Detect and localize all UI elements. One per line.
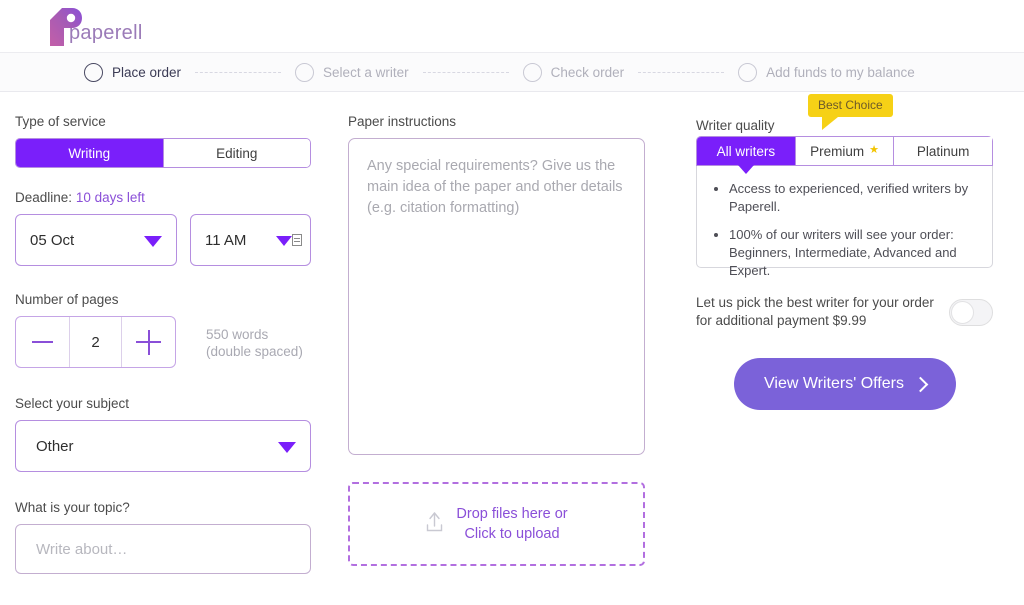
writer-quality-benefits: Access to experienced, verified writers … — [713, 180, 976, 280]
best-choice-badge: Best Choice — [808, 94, 893, 130]
view-writers-offers-button[interactable]: View Writers' Offers — [734, 358, 956, 410]
service-option-editing[interactable]: Editing — [162, 139, 310, 167]
writer-quality-panel: Access to experienced, verified writers … — [696, 166, 993, 278]
step-select-a-writer[interactable]: Select a writer — [295, 62, 409, 82]
site-header: paperell — [0, 0, 1024, 52]
step-label: Place order — [112, 64, 182, 80]
word-count-line2: (double spaced) — [206, 344, 303, 359]
writer-quality-header: Writer quality Best Choice — [696, 94, 1024, 136]
logo[interactable]: paperell — [44, 4, 143, 48]
chevron-down-icon — [276, 236, 292, 246]
writer-quality-label: Writer quality — [696, 118, 775, 133]
step-connector — [195, 71, 282, 73]
cta-label: View Writers' Offers — [764, 375, 904, 392]
step-add-funds[interactable]: Add funds to my balance — [738, 62, 915, 82]
word-count-line1: 550 words — [206, 327, 269, 342]
deadline-time-select[interactable]: 11 AM — [190, 214, 311, 266]
chevron-right-icon — [912, 376, 929, 392]
progress-steps: Place order Select a writer Check order … — [0, 52, 1024, 92]
step-circle-icon — [738, 62, 758, 82]
step-circle-icon — [84, 62, 103, 82]
step-circle-icon — [522, 62, 542, 82]
paper-instructions-textarea[interactable] — [348, 138, 645, 455]
list-item: Access to experienced, verified writers … — [729, 180, 976, 216]
pick-line1: Let us pick the best writer for your ord… — [696, 295, 934, 310]
step-label: Add funds to my balance — [766, 64, 915, 80]
order-form: Type of service Writing Editing Deadline… — [0, 92, 1024, 574]
star-icon: ★ — [869, 144, 879, 156]
dropzone-line1: Drop files here or — [456, 506, 568, 522]
writer-quality-column: Writer quality Best Choice All writers P… — [696, 94, 1024, 574]
deadline-time-value: 11 AM — [205, 231, 247, 249]
increase-pages-button[interactable] — [122, 317, 175, 367]
plus-icon — [136, 329, 161, 355]
select-subject-label: Select your subject — [15, 396, 130, 411]
chevron-down-icon — [144, 236, 162, 247]
step-connector — [638, 71, 725, 73]
topic-label: What is your topic? — [15, 500, 130, 515]
file-dropzone[interactable]: Drop files here or Click to upload — [348, 482, 645, 566]
pages-stepper[interactable]: 2 — [15, 316, 176, 368]
paper-instructions-column: Paper instructions Drop files here or Cl… — [348, 114, 696, 574]
dropzone-text: Drop files here or Click to upload — [456, 504, 567, 544]
subject-select[interactable]: Other — [15, 420, 311, 472]
writer-quality-tabs[interactable]: All writers Premium ★ Platinum — [696, 136, 993, 174]
deadline-date-value: 05 Oct — [30, 231, 75, 249]
step-label: Select a writer — [323, 64, 409, 80]
chevron-down-icon — [278, 442, 296, 453]
subject-value: Other — [36, 437, 74, 455]
tab-label: Premium — [810, 143, 865, 159]
dropzone-line2: Click to upload — [464, 526, 560, 542]
decrease-pages-button[interactable] — [16, 317, 69, 367]
step-check-order[interactable]: Check order — [522, 62, 625, 82]
deadline-value: 10 days left — [75, 190, 145, 205]
pages-row: 2 550 words (double spaced) — [15, 316, 348, 368]
type-of-service-toggle[interactable]: Writing Editing — [15, 138, 311, 168]
word-count-note: 550 words (double spaced) — [206, 326, 303, 360]
pages-value[interactable]: 2 — [69, 317, 122, 367]
step-label: Check order — [550, 64, 625, 80]
deadline-date-select[interactable]: 05 Oct — [15, 214, 177, 266]
pick-best-writer-text: Let us pick the best writer for your ord… — [696, 294, 941, 330]
upload-icon — [425, 511, 444, 538]
deadline-label-text: Deadline: — [15, 190, 73, 205]
topic-input[interactable] — [15, 524, 311, 574]
select-scrollbar-artifact — [292, 234, 302, 246]
tab-platinum[interactable]: Platinum — [893, 137, 993, 165]
list-item: 100% of our writers will see your order:… — [729, 226, 976, 280]
service-option-writing[interactable]: Writing — [16, 139, 163, 167]
step-connector — [422, 71, 509, 73]
logo-wordmark: paperell — [69, 22, 143, 44]
number-of-pages-label: Number of pages — [15, 292, 119, 307]
pick-best-writer-row: Let us pick the best writer for your ord… — [696, 294, 993, 330]
tab-label: All writers — [716, 143, 776, 159]
step-circle-icon — [295, 62, 315, 82]
tab-premium[interactable]: Premium ★ — [794, 137, 894, 165]
pick-line2: for additional payment $9.99 — [696, 313, 867, 328]
order-options-column: Type of service Writing Editing Deadline… — [0, 114, 348, 574]
toggle-knob — [951, 300, 974, 324]
pick-best-writer-toggle[interactable] — [949, 298, 993, 326]
tab-label: Platinum — [916, 143, 970, 159]
deadline-label: Deadline: 10 days left — [15, 190, 348, 205]
step-place-order[interactable]: Place order — [84, 62, 182, 82]
minus-icon — [32, 341, 53, 343]
deadline-selectors: 05 Oct 11 AM — [15, 214, 348, 266]
tab-all-writers[interactable]: All writers — [697, 137, 795, 174]
type-of-service-label: Type of service — [15, 114, 106, 129]
paper-instructions-label: Paper instructions — [348, 114, 457, 129]
